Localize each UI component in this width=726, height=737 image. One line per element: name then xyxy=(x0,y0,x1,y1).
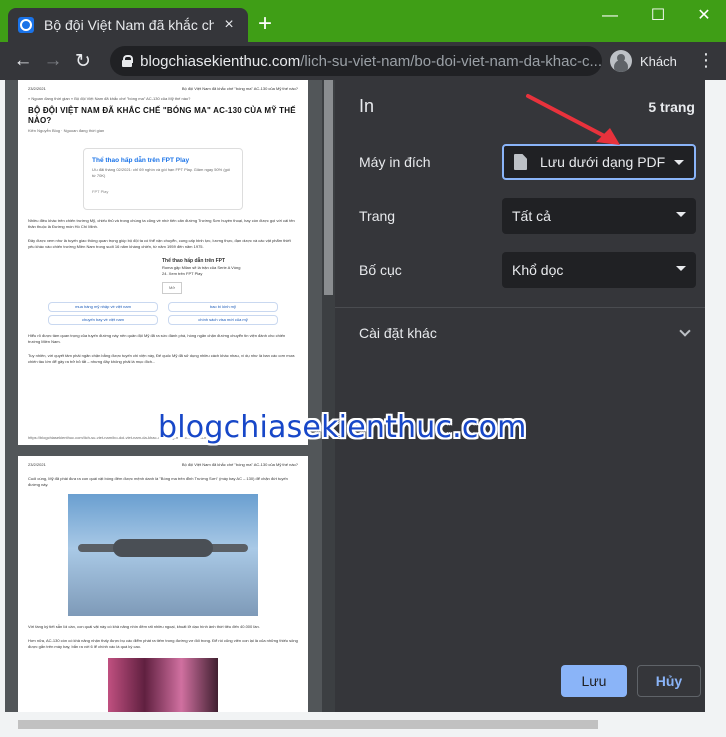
search-chip: chính sách visa mới của mỹ xyxy=(168,315,278,325)
cancel-button[interactable]: Hủy xyxy=(637,665,701,697)
pages-value: Tất cả xyxy=(512,208,551,224)
preview-page-2: 23/2/2021 Bộ đội Việt Nam đã khắc chế "b… xyxy=(18,456,308,712)
more-settings-toggle[interactable]: Cài đặt khác xyxy=(359,325,695,341)
chevron-down-icon xyxy=(674,160,684,165)
article-paragraph: Hơn nữa, AC-130 còn có khả năng nhận thấ… xyxy=(28,638,298,649)
page-header: 23/2/2021 Bộ đội Việt Nam đã khắc chế "b… xyxy=(28,462,298,468)
url-path: /lich-su-viet-nam/bo-doi-viet-nam-da-kha… xyxy=(300,52,602,70)
print-preview: 23/2/2021 Bộ đội Việt Nam đã khắc chế "b… xyxy=(5,80,335,712)
article-paragraph: Với tầng ký tiết sẵn lồi cần, con quái v… xyxy=(28,624,260,629)
chevron-down-icon xyxy=(676,212,686,217)
mini-ad: Thể thao hấp dẫn trên FPT Roma gặp Milan… xyxy=(162,258,242,294)
article-title: BỘ ĐỘI VIỆT NAM ĐÃ KHẮC CHẾ "BÓNG MA" AC… xyxy=(28,106,296,125)
document-icon xyxy=(514,154,527,170)
article-paragraph: Nhiều điều khác trên chiến trường Mỹ, ch… xyxy=(28,218,295,229)
mini-ad-button: Mở xyxy=(162,282,182,294)
save-button[interactable]: Lưu xyxy=(561,665,627,697)
preview-scrollbar-thumb[interactable] xyxy=(324,80,333,295)
preview-page-1: 23/2/2021 Bộ đội Việt Nam đã khắc chế "b… xyxy=(18,80,308,445)
mini-ad-title: Thể thao hấp dẫn trên FPT xyxy=(162,258,226,264)
new-tab-button[interactable]: + xyxy=(258,10,272,38)
page-breadcrumb: » Ngoan đang thời gian » Bộ đội Việt Nam… xyxy=(28,96,191,101)
ad-title: Thể thao hấp dẫn trên FPT Play xyxy=(92,157,190,164)
lock-icon xyxy=(122,55,134,67)
layout-select[interactable]: Khổ dọc xyxy=(502,252,696,288)
minimize-button[interactable]: — xyxy=(590,4,630,28)
annotation-arrow-icon xyxy=(526,94,620,145)
back-button[interactable]: ← xyxy=(8,50,38,72)
ad-footer: FPT Play xyxy=(92,189,109,194)
expand-chevron-icon xyxy=(679,325,691,337)
article-image xyxy=(108,658,218,712)
related-searches: mua hàng mỹ nhập về việt nam bao bì kinh… xyxy=(28,302,298,325)
browser-menu-icon[interactable]: ⋮ xyxy=(696,50,716,70)
close-window-button[interactable]: ✕ xyxy=(684,4,724,28)
destination-value: Lưu dưới dạng PDF xyxy=(540,154,666,170)
aircraft-body-shape xyxy=(113,539,213,557)
page-header-title: Bộ đội Việt Nam đã khắc chế "bóng ma" AC… xyxy=(181,86,298,91)
aircraft-image xyxy=(68,494,258,616)
print-dialog: 23/2/2021 Bộ đội Việt Nam đã khắc chế "b… xyxy=(0,80,726,712)
search-chip: bao bì kinh mỹ xyxy=(168,302,278,312)
pages-select[interactable]: Tất cả xyxy=(502,198,696,234)
chevron-down-icon xyxy=(676,266,686,271)
page-count: 5 trang xyxy=(648,98,695,115)
tab-close-icon[interactable]: × xyxy=(220,16,238,34)
guest-avatar-icon xyxy=(610,50,632,72)
more-settings-label: Cài đặt khác xyxy=(359,325,437,341)
article-meta: Kiên Nguyễn Blog · Nguoan đang thời gian xyxy=(28,128,105,133)
horizontal-scrollbar-thumb[interactable] xyxy=(18,720,598,729)
browser-tab[interactable]: Bộ đội Việt Nam đã khắc chế "bó × xyxy=(8,8,248,42)
browser-toolbar: ← → ↻ blogchiasekienthuc.com/lich-su-vie… xyxy=(0,42,726,80)
destination-label: Máy in đích xyxy=(359,154,431,170)
site-favicon-icon xyxy=(18,17,34,33)
article-paragraph: Cuối cùng, Mỹ đã phải đưa ra con quái vậ… xyxy=(28,476,288,487)
maximize-button[interactable]: ☐ xyxy=(638,4,678,28)
mini-ad-subtitle: Roma gặp Milan sẽ là trận của Serie A Vò… xyxy=(162,265,241,276)
watermark-text: blogchiasekienthuc.com xyxy=(158,410,527,445)
browser-window: Bộ đội Việt Nam đã khắc chế "bó × + — ☐ … xyxy=(0,0,726,737)
profile-label: Khách xyxy=(640,53,677,69)
page-date: 23/2/2021 xyxy=(28,86,46,91)
tab-title: Bộ đội Việt Nam đã khắc chế "bó xyxy=(44,17,214,33)
horizontal-scrollbar[interactable] xyxy=(0,712,726,737)
profile-button[interactable]: Khách xyxy=(610,48,677,74)
article-paragraph: Hiểu rõ được tầm quan trọng của tuyến đư… xyxy=(28,333,286,344)
reload-button[interactable]: ↻ xyxy=(68,50,98,73)
ad-subtitle: Ưu đãi tháng 02/2021: chỉ 69 nghìn và gó… xyxy=(92,167,231,178)
title-bar: Bộ đội Việt Nam đã khắc chế "bó × + — ☐ … xyxy=(0,0,726,42)
page-header-title: Bộ đội Việt Nam đã khắc chế "bóng ma" AC… xyxy=(181,462,298,467)
page-date: 23/2/2021 xyxy=(28,462,46,467)
article-paragraph: Đây được xem như là tuyến giao thông qua… xyxy=(28,238,291,249)
preview-scrollbar[interactable] xyxy=(322,80,335,712)
page-header: 23/2/2021 Bộ đội Việt Nam đã khắc chế "b… xyxy=(28,86,298,92)
address-bar[interactable]: blogchiasekienthuc.com/lich-su-viet-nam/… xyxy=(110,46,602,76)
ad-card: Thể thao hấp dẫn trên FPT Play Ưu đãi th… xyxy=(83,148,243,210)
print-settings-panel: In 5 trang Máy in đích Lưu dưới dạng PDF… xyxy=(335,80,705,712)
search-chip: mua hàng mỹ nhập về việt nam xyxy=(48,302,158,312)
panel-title: In xyxy=(359,96,375,116)
url-host: blogchiasekienthuc.com xyxy=(140,52,301,70)
forward-button[interactable]: → xyxy=(38,50,68,72)
layout-value: Khổ dọc xyxy=(512,262,564,278)
panel-divider xyxy=(335,307,705,308)
article-paragraph: Tuy nhiên, với quyết tâm phải ngăn chặn … xyxy=(28,353,295,364)
pages-label: Trang xyxy=(359,208,396,224)
page-scrollbar[interactable] xyxy=(705,80,726,712)
layout-label: Bố cục xyxy=(359,262,402,278)
search-chip: chuyến bay về việt nam xyxy=(48,315,158,325)
